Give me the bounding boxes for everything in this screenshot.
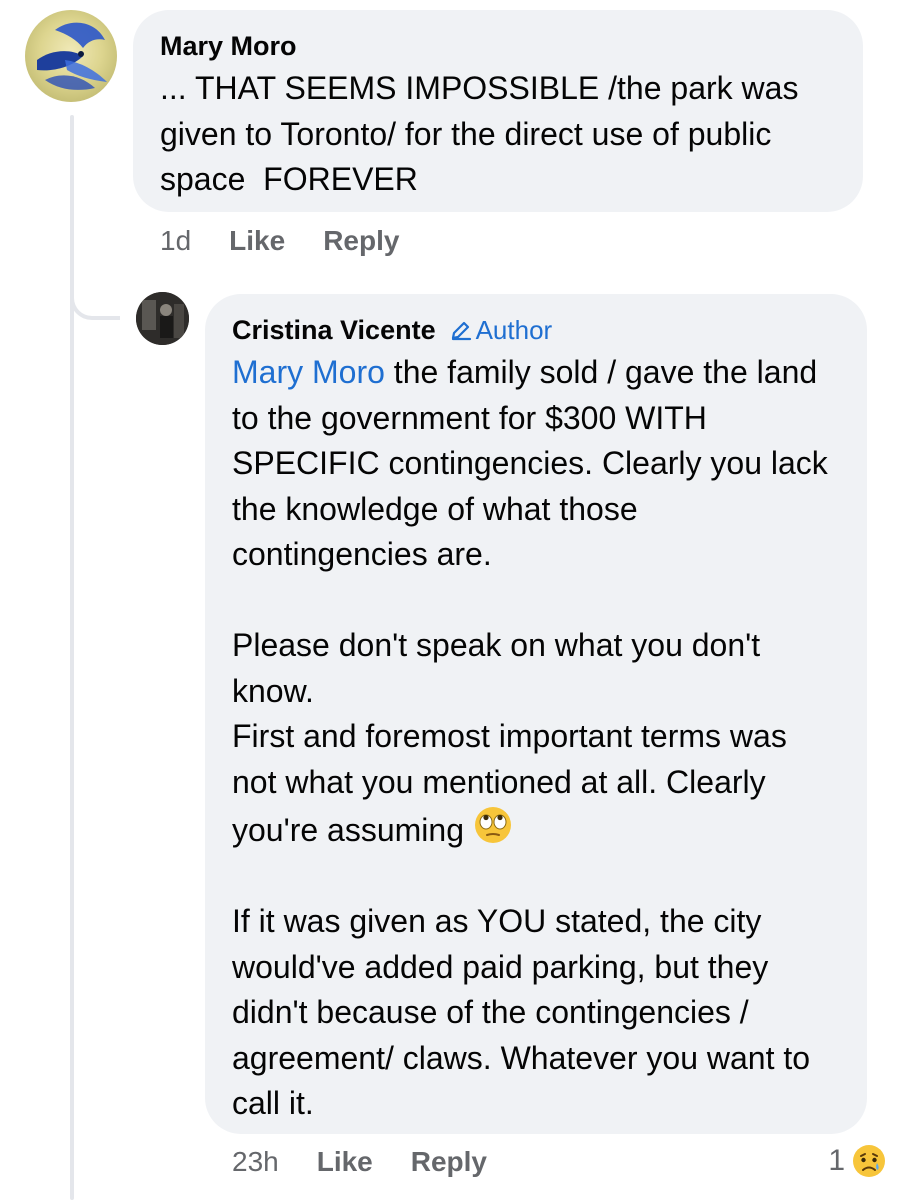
comment-timestamp[interactable]: 1d bbox=[160, 225, 191, 257]
comment-bubble: Mary Moro ... THAT SEEMS IMPOSSIBLE /the… bbox=[133, 10, 863, 212]
avatar[interactable] bbox=[136, 292, 189, 345]
comment-actions: 1d Like Reply bbox=[160, 225, 437, 257]
reply-button[interactable]: Reply bbox=[323, 225, 399, 257]
author-badge: Author bbox=[450, 314, 553, 346]
reply-button[interactable]: Reply bbox=[411, 1146, 487, 1178]
rolling-eyes-emoji-icon bbox=[474, 807, 511, 843]
comment-text-body: the family sold / gave the land to the g… bbox=[232, 354, 828, 848]
comment-text: ... THAT SEEMS IMPOSSIBLE /the park was … bbox=[160, 70, 808, 197]
like-button[interactable]: Like bbox=[229, 225, 285, 257]
reply-connector bbox=[70, 280, 120, 320]
comment-text-end: If it was given as YOU stated, the city … bbox=[232, 903, 811, 1121]
pencil-icon bbox=[451, 321, 471, 341]
person-photo-avatar-image bbox=[136, 292, 189, 345]
comment-author[interactable]: Mary Moro bbox=[160, 30, 836, 62]
thread-line bbox=[70, 115, 74, 1200]
reply-actions: 23h Like Reply bbox=[232, 1146, 525, 1178]
reply-bubble: Cristina Vicente Author Mary Moro the fa… bbox=[205, 294, 867, 1134]
sad-reaction-icon bbox=[853, 1145, 885, 1177]
betta-fish-avatar-image bbox=[37, 22, 107, 90]
reaction-count: 1 bbox=[828, 1144, 845, 1177]
reaction-summary[interactable]: 1 bbox=[828, 1143, 887, 1179]
like-button[interactable]: Like bbox=[317, 1146, 373, 1178]
author-badge-label: Author bbox=[475, 314, 553, 345]
comment-author[interactable]: Cristina Vicente bbox=[232, 314, 436, 346]
mention-link[interactable]: Mary Moro bbox=[232, 354, 385, 390]
avatar[interactable] bbox=[25, 10, 117, 102]
comment-text: Mary Moro the family sold / gave the lan… bbox=[232, 350, 840, 1127]
comment-timestamp[interactable]: 23h bbox=[232, 1146, 279, 1178]
